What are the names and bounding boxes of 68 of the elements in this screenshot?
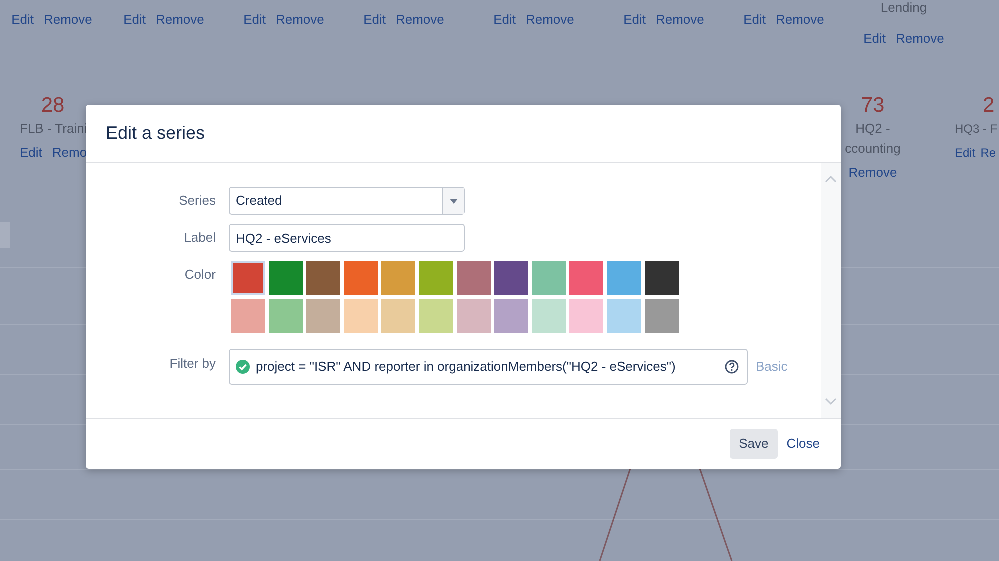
action-link[interactable]: Re (980, 145, 996, 161)
remove-link[interactable]: Remove (896, 31, 944, 47)
color-swatch[interactable] (344, 261, 378, 295)
color-swatch[interactable] (644, 299, 679, 333)
color-swatch[interactable] (606, 261, 641, 295)
action-link[interactable]: Edit (12, 12, 34, 28)
dialog-title: Edit a series (106, 122, 206, 144)
color-swatch[interactable] (381, 261, 416, 295)
scrollbar[interactable] (821, 163, 841, 418)
action-link[interactable]: Edit (364, 12, 386, 28)
action-link[interactable]: Edit (864, 31, 886, 47)
field-label: Series (178, 192, 217, 210)
color-swatch[interactable] (569, 261, 604, 295)
series-select[interactable]: Created (229, 187, 465, 215)
action-link[interactable]: Edit (624, 12, 646, 28)
color-swatch[interactable] (494, 299, 528, 333)
color-swatch[interactable] (268, 299, 303, 333)
color-swatch[interactable] (381, 299, 416, 333)
color-swatch[interactable] (456, 299, 491, 333)
action-link[interactable]: Edit (494, 12, 516, 28)
color-swatch[interactable] (569, 299, 604, 333)
action-link[interactable]: Edit (244, 12, 266, 28)
color-swatch[interactable] (532, 261, 566, 295)
color-swatch[interactable] (306, 261, 340, 295)
color-swatch[interactable] (418, 261, 453, 295)
color-swatch[interactable] (644, 261, 679, 295)
color-swatch[interactable] (306, 299, 340, 333)
action-link[interactable]: Edit (955, 145, 976, 161)
chevron-up-icon[interactable] (825, 175, 837, 183)
stat-value: 28 (41, 93, 65, 119)
basic-link[interactable]: Basic (756, 349, 788, 385)
item-caption: Lending (880, 0, 928, 16)
remove-link[interactable]: Remove (776, 12, 824, 28)
remove-link[interactable]: Remove (656, 12, 704, 28)
field-label: Color (184, 266, 217, 284)
color-swatch[interactable] (344, 299, 378, 333)
stat-value: 2 (983, 93, 995, 119)
color-swatch[interactable] (231, 299, 265, 333)
help-icon[interactable] (725, 360, 739, 374)
remove-link[interactable]: Remove (156, 12, 204, 28)
chevron-down-icon[interactable] (825, 398, 837, 406)
color-swatch[interactable] (456, 261, 491, 295)
label-input[interactable]: HQ2 - eServices (229, 224, 465, 252)
remove-link[interactable]: Remove (526, 12, 574, 28)
color-swatch[interactable] (494, 261, 528, 295)
save-button[interactable]: Save (730, 429, 778, 459)
stat-caption: HQ3 - F (955, 121, 998, 138)
stat-caption: HQ2 - ccounting (844, 120, 902, 158)
action-link[interactable]: Edit (20, 145, 42, 161)
color-swatch[interactable] (268, 261, 303, 295)
stat-caption: FLB - Traini (20, 120, 88, 138)
action-link[interactable]: Edit (124, 12, 146, 28)
field-label: Label (183, 229, 217, 247)
close-link[interactable]: Close (784, 430, 823, 458)
remove-link[interactable]: Remo (52, 145, 88, 161)
caret-icon (450, 198, 458, 204)
color-swatch[interactable] (231, 261, 265, 295)
color-swatch[interactable] (418, 299, 453, 333)
action-link[interactable]: Edit (744, 12, 766, 28)
remove-link[interactable]: Remove (276, 12, 324, 28)
stat-value: 73 (861, 93, 885, 119)
color-swatch[interactable] (532, 299, 566, 333)
remove-link[interactable]: Remove (396, 12, 444, 28)
field-label: Filter by (168, 355, 217, 373)
remove-link[interactable]: Remove (848, 165, 898, 181)
color-swatch[interactable] (606, 299, 641, 333)
filter-query-field[interactable]: project = "ISR" AND reporter in organizationMembers("HQ2 - eServices") (229, 349, 748, 385)
remove-link[interactable]: Remove (44, 12, 92, 28)
